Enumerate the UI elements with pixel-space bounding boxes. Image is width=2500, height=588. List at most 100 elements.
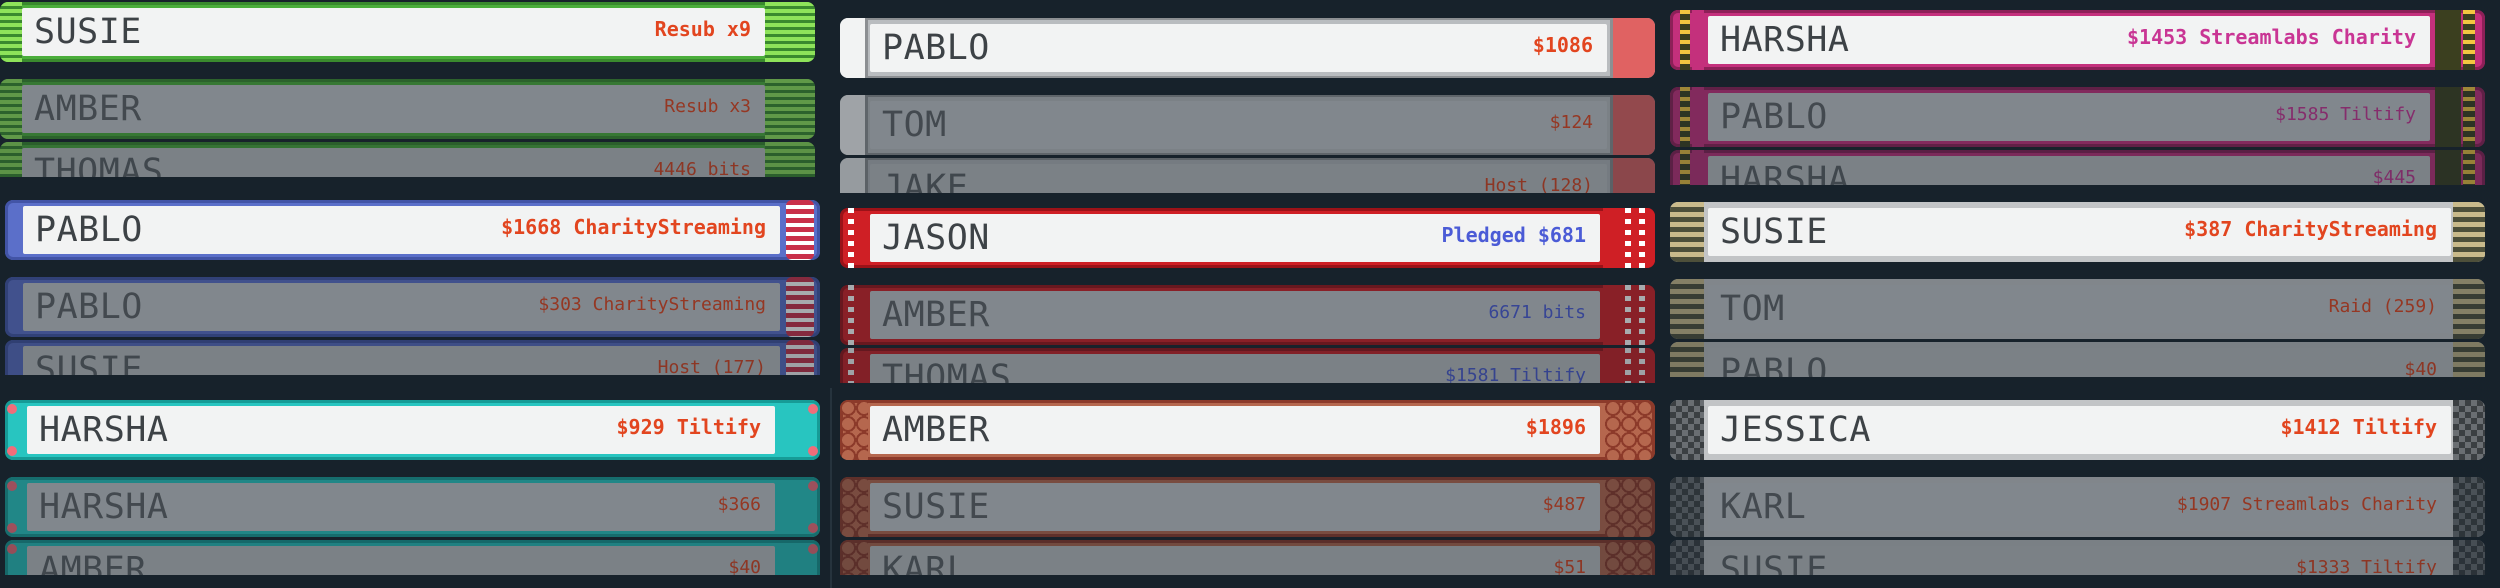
diamond-chain-icon xyxy=(1680,150,1690,185)
alert-panel: AMBER $1896 SUSIE $487 KARL $51 xyxy=(840,400,1655,575)
checker-pattern-icon xyxy=(1670,477,1704,537)
donor-name: PABLO xyxy=(35,287,143,327)
alert-row-current: PABLO $1086 xyxy=(840,18,1655,78)
alert-panel: PABLO $1668 CharityStreaming PABLO $303 … xyxy=(5,200,820,375)
donation-amount: Host (128) xyxy=(1484,174,1593,193)
alert-row-older: AMBER $40 xyxy=(5,540,820,575)
rivet-icon xyxy=(7,404,17,414)
donor-name: KARL xyxy=(882,550,969,575)
grass-fringe-icon xyxy=(0,142,22,177)
alert-row-previous: PABLO $303 CharityStreaming xyxy=(5,277,820,337)
donor-name: SUSIE xyxy=(34,12,142,52)
donor-name: JAKE xyxy=(882,168,969,193)
donation-amount: $40 xyxy=(728,556,761,575)
donation-amount: $1453 Streamlabs Charity xyxy=(2127,25,2416,50)
donor-name: PABLO xyxy=(35,210,143,250)
alert-panel: HARSHA $1453 Streamlabs Charity PABLO $1… xyxy=(1670,10,2485,185)
donation-amount: Raid (259) xyxy=(2328,295,2437,317)
scallop-border-icon xyxy=(840,540,868,575)
alert-row-older: HARSHA $445 xyxy=(1670,150,2485,185)
dotted-ribbon-icon xyxy=(1625,208,1631,268)
alert-field: JESSICA $1412 Tiltify xyxy=(1708,406,2451,454)
alert-panel: HARSHA $929 Tiltify HARSHA $366 AMBER $4… xyxy=(5,400,820,575)
diamond-chain-icon xyxy=(1692,10,1704,70)
donor-name: SUSIE xyxy=(1720,212,1828,252)
rivet-icon xyxy=(7,523,17,533)
stripe-pattern-icon xyxy=(1670,202,1704,262)
alert-row-older: JAKE Host (128) xyxy=(840,158,1655,193)
donation-amount: $387 CharityStreaming xyxy=(2184,217,2437,242)
donor-name: PABLO xyxy=(1720,97,1828,137)
checker-pattern-icon xyxy=(2453,477,2485,537)
diamond-chain-icon xyxy=(1680,10,1690,70)
donation-amount: $1412 Tiltify xyxy=(2280,415,2437,440)
red-block-icon xyxy=(1610,95,1655,155)
diamond-chain-icon xyxy=(2435,87,2461,147)
alert-field: TOM Raid (259) xyxy=(1708,285,2451,333)
alert-panel: PABLO $1086 TOM $124 JAKE Host (128) xyxy=(840,18,1655,193)
alert-field: PABLO $1585 Tiltify xyxy=(1708,93,2430,141)
rivet-icon xyxy=(7,446,17,456)
checker-pattern-icon xyxy=(2453,400,2485,460)
alert-field: KARL $1907 Streamlabs Charity xyxy=(1708,483,2451,531)
donor-name: PABLO xyxy=(1720,352,1828,377)
donor-name: SUSIE xyxy=(1720,550,1828,575)
alert-row-current: SUSIE Resub x9 xyxy=(0,2,815,62)
alert-row-current: PABLO $1668 CharityStreaming xyxy=(5,200,820,260)
alert-row-older: THOMAS 4446 bits xyxy=(0,142,815,177)
alert-row-previous: AMBER Resub x3 xyxy=(0,79,815,139)
alert-row-previous: TOM Raid (259) xyxy=(1670,279,2485,339)
alert-row-previous: TOM $124 xyxy=(840,95,1655,155)
dotted-ribbon-icon xyxy=(1625,348,1631,383)
alert-row-current: HARSHA $929 Tiltify xyxy=(5,400,820,460)
alert-field: SUSIE $387 CharityStreaming xyxy=(1708,208,2451,256)
alert-field: TOM $124 xyxy=(870,101,1607,149)
dotted-ribbon-icon xyxy=(1625,285,1631,345)
alert-field: HARSHA $445 xyxy=(1708,156,2430,185)
donation-amount: $445 xyxy=(2372,166,2416,185)
diamond-chain-icon xyxy=(1692,87,1704,147)
donation-amount: $1581 Tiltify xyxy=(1445,364,1586,383)
alert-field: PABLO $303 CharityStreaming xyxy=(23,283,780,331)
donation-amount: $1086 xyxy=(1532,33,1593,58)
donation-amount: $40 xyxy=(2404,358,2437,377)
alert-field: AMBER 6671 bits xyxy=(870,291,1600,339)
heart-chain-icon xyxy=(786,200,814,260)
alert-field: PABLO $40 xyxy=(1708,348,2451,377)
donation-amount: $366 xyxy=(717,493,761,515)
white-block-icon xyxy=(840,18,868,78)
donor-name: TOM xyxy=(882,105,947,145)
donation-amount: Resub x3 xyxy=(664,95,751,117)
diamond-chain-icon xyxy=(2463,10,2475,70)
alert-row-previous: KARL $1907 Streamlabs Charity xyxy=(1670,477,2485,537)
grass-fringe-icon xyxy=(0,79,22,139)
heart-chain-icon xyxy=(786,340,814,375)
dotted-ribbon-icon xyxy=(1639,348,1645,383)
donor-name: SUSIE xyxy=(35,350,143,375)
donation-amount: $51 xyxy=(1553,556,1586,575)
scallop-border-icon xyxy=(840,400,868,460)
alert-row-older: PABLO $40 xyxy=(1670,342,2485,377)
donor-name: HARSHA xyxy=(39,487,169,527)
alert-row-previous: PABLO $1585 Tiltify xyxy=(1670,87,2485,147)
donor-name: PABLO xyxy=(882,28,990,68)
alert-field: JASON Pledged $681 xyxy=(870,214,1600,262)
diamond-chain-icon xyxy=(2435,150,2461,185)
donation-amount: $1896 xyxy=(1525,415,1586,440)
donor-name: THOMAS xyxy=(34,152,164,177)
alert-panel: SUSIE Resub x9 AMBER Resub x3 THOMAS 444… xyxy=(0,2,815,177)
alert-row-older: KARL $51 xyxy=(840,540,1655,575)
donation-amount: $1907 Streamlabs Charity xyxy=(2176,493,2437,515)
donation-amount: 4446 bits xyxy=(653,158,751,177)
dotted-ribbon-icon xyxy=(848,285,854,345)
alert-field: PABLO $1668 CharityStreaming xyxy=(23,206,780,254)
donor-name: HARSHA xyxy=(1720,20,1850,60)
rivet-icon xyxy=(808,404,818,414)
alert-panel: JESSICA $1412 Tiltify KARL $1907 Streaml… xyxy=(1670,400,2485,575)
alert-row-current: JASON Pledged $681 xyxy=(840,208,1655,268)
alert-row-current: AMBER $1896 xyxy=(840,400,1655,460)
stripe-pattern-icon xyxy=(2453,279,2485,339)
alert-field: PABLO $1086 xyxy=(870,24,1607,72)
rivet-icon xyxy=(808,544,818,554)
checker-pattern-icon xyxy=(1670,540,1704,575)
